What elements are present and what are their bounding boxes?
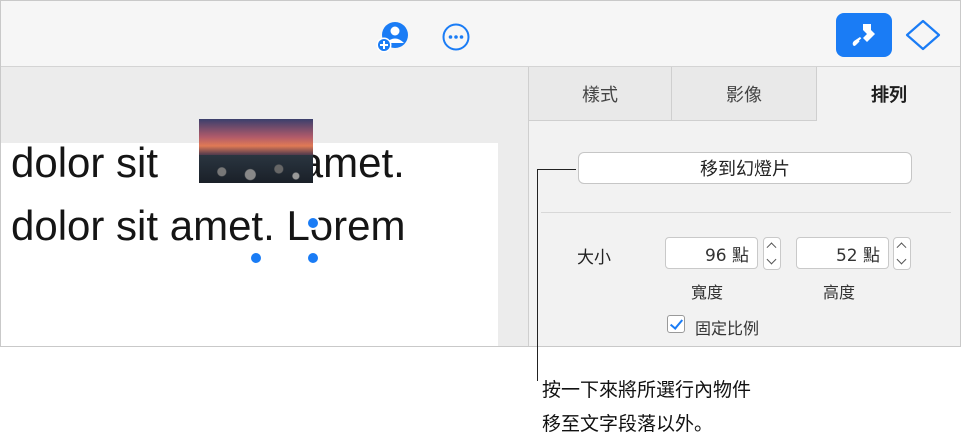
height-label: 高度 [823,283,856,302]
width-field[interactable]: 96 點 [665,237,758,269]
constrain-proportions-checkbox[interactable] [667,315,685,333]
size-label: 大小 [577,248,611,268]
height-stepper[interactable] [893,237,911,270]
add-person-icon [376,22,408,53]
paintbrush-icon [852,24,875,46]
ellipsis-circle-icon [442,23,470,51]
text-box[interactable]: dolor sit amet. dolor sit amet. Lorem [1,119,498,346]
diamond-icon [905,19,941,51]
callout-line-2: 移至文字段落以外。 [542,413,714,435]
divider [541,212,951,213]
tab-style[interactable]: 樣式 [529,67,672,121]
selection-handle-top-right[interactable] [306,216,320,230]
inline-image[interactable] [199,119,313,183]
width-stepper[interactable] [763,237,781,270]
app-window: dolor sit amet. dolor sit amet. Lorem 樣式… [0,0,961,347]
slide-canvas: dolor sit amet. dolor sit amet. Lorem [1,67,528,346]
tab-image[interactable]: 影像 [672,67,817,121]
text-line-2: dolor sit amet. Lorem [11,202,406,249]
toolbar [1,1,960,67]
selection-handle-bottom-right[interactable] [306,251,320,265]
callout-text: 按一下來將所選行內物件 移至文字段落以外。 [542,373,751,441]
selection-handle-bottom-middle[interactable] [249,251,263,265]
format-button[interactable] [836,13,892,57]
callout-leader-vertical [537,169,538,381]
constrain-proportions-label: 固定比例 [695,319,760,338]
more-button[interactable] [438,19,474,55]
callout-leader-horizontal [537,169,576,170]
move-to-slide-button[interactable]: 移到幻燈片 [578,152,912,184]
tab-arrange[interactable]: 排列 [817,67,960,120]
collaborate-button[interactable] [375,19,411,55]
text-after-image: amet. [299,139,405,186]
height-field[interactable]: 52 點 [796,237,889,269]
sidebar-tabs: 樣式 影像 排列 [529,67,960,121]
width-label: 寬度 [691,283,724,302]
animate-button[interactable] [898,13,948,57]
text-before-image: dolor sit [11,139,170,186]
format-sidebar: 樣式 影像 排列 移到幻燈片 大小 96 點 52 點 寬度 高度 固定比例 [528,67,960,346]
callout-line-1: 按一下來將所選行內物件 [542,379,752,401]
